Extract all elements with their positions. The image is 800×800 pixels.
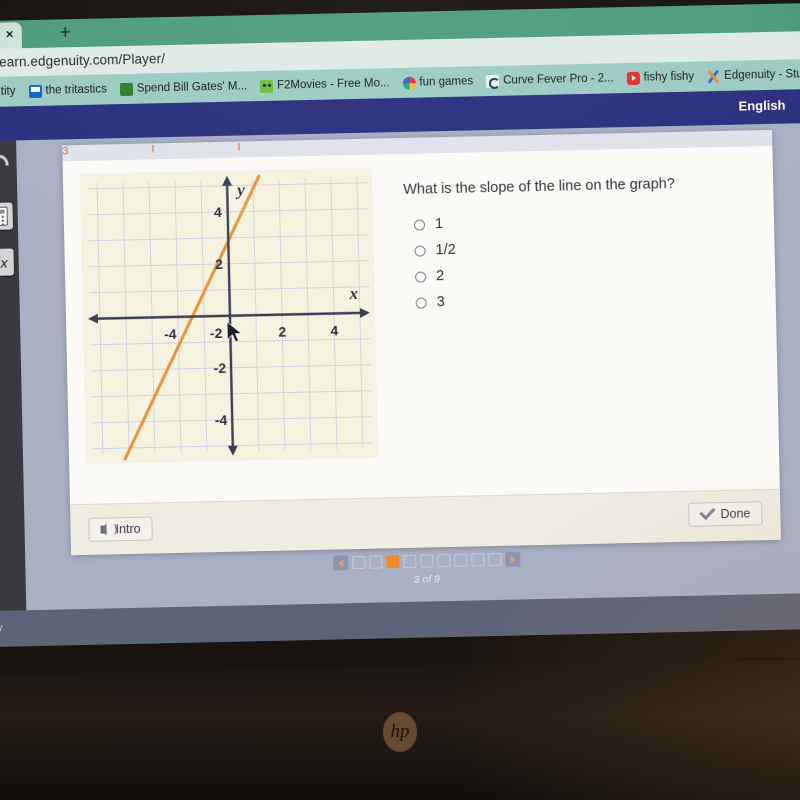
bookmark-label: fishy fishy [643, 70, 695, 84]
taskbar-text: ty [0, 622, 3, 634]
svg-text:4: 4 [214, 204, 222, 220]
coordinate-graph: -4 -2 2 4 2 4 -2 -4 y x [80, 168, 378, 463]
bookmark-item[interactable]: fishy fishy [626, 70, 695, 85]
checkmark-icon [700, 510, 713, 518]
headset-glyph [0, 154, 9, 166]
bookmark-label: Spend Bill Gates' M... [136, 80, 248, 95]
language-label[interactable]: English [738, 98, 785, 114]
edgenuity-x-icon [707, 70, 720, 83]
lesson-card-body: -4 -2 2 4 2 4 -2 -4 y x What is the slop… [62, 145, 780, 505]
blue-grid-icon [28, 84, 42, 98]
curve-fever-icon [486, 74, 500, 88]
lesson-card: 3 I I -4 -2 2 4 2 4 -2 -4 y x What is th… [62, 129, 781, 556]
svg-text:2: 2 [278, 324, 286, 340]
pager-step-3[interactable] [385, 555, 399, 569]
bookmark-item[interactable]: entity [0, 85, 16, 99]
bookmark-label: Curve Fever Pro - 2... [503, 72, 614, 87]
laptop-screen: × + ore.learn.edgenuity.com/Player/ enti… [0, 0, 800, 675]
speaker-icon [100, 525, 109, 534]
pager-step-7[interactable] [453, 553, 467, 567]
question-text: What is the slope of the line on the gra… [403, 176, 676, 198]
svg-text:-2: -2 [213, 360, 226, 376]
pager-next-button[interactable] [504, 551, 520, 567]
pager-step-6[interactable] [436, 554, 450, 568]
hp-logo: hp [383, 712, 417, 752]
svg-text:y: y [235, 180, 245, 199]
chrome-circle-icon [402, 76, 416, 90]
pager-step-4[interactable] [402, 554, 416, 569]
bookmark-label: entity [0, 85, 16, 98]
bookmark-item[interactable]: Curve Fever Pro - 2... [486, 72, 614, 88]
calculator-glyph [0, 206, 8, 226]
answer-option-label: 1 [434, 216, 444, 233]
svg-text:x: x [348, 284, 358, 303]
bookmark-item[interactable]: Spend Bill Gates' M... [119, 80, 248, 96]
radio-icon[interactable] [414, 244, 426, 257]
done-button-label: Done [720, 506, 751, 522]
close-icon[interactable]: × [6, 26, 14, 41]
svg-text:-4: -4 [215, 412, 228, 428]
intro-button-label: Intro [115, 521, 141, 537]
bookmark-item[interactable]: F2Movies - Free Mo... [259, 77, 390, 93]
sqrt-label: √x [0, 254, 8, 271]
radio-icon[interactable] [413, 218, 426, 231]
youtube-icon [626, 71, 640, 85]
svg-text:4: 4 [330, 322, 338, 338]
pager-step-9[interactable] [487, 552, 501, 567]
url-text: ore.learn.edgenuity.com/Player/ [0, 51, 166, 71]
pager-prev-button[interactable] [332, 555, 349, 571]
new-tab-icon[interactable]: + [60, 22, 72, 43]
pager-step-5[interactable] [419, 554, 433, 568]
radio-icon[interactable] [415, 296, 427, 309]
headset-icon[interactable] [0, 146, 12, 175]
svg-text:2: 2 [215, 256, 223, 272]
bookmark-item[interactable]: fun games [402, 75, 473, 90]
pager-row [332, 551, 520, 571]
pager-step-2[interactable] [368, 555, 383, 569]
pager-step-8[interactable] [470, 553, 484, 567]
question-column: What is the slope of the line on the gra… [403, 175, 746, 316]
calculator-icon[interactable] [0, 202, 14, 231]
bookmark-label: fun games [419, 75, 474, 89]
graph-svg: -4 -2 2 4 2 4 -2 -4 y x [80, 168, 378, 463]
photo-of-laptop-screen: hp × + ore.learn.edgenuity.com/Player/ e… [0, 0, 800, 800]
bookmark-label: the tritastics [45, 83, 107, 97]
bookmark-item[interactable]: the tritastics [28, 83, 107, 98]
lesson-page-background: 3 I I -4 -2 2 4 2 4 -2 -4 y x What is th… [16, 122, 800, 611]
svg-text:-4: -4 [164, 326, 177, 342]
money-icon [119, 82, 133, 96]
sqrt-icon[interactable]: √x [0, 248, 15, 277]
bookmark-label: F2Movies - Free Mo... [276, 77, 390, 92]
radio-icon[interactable] [415, 270, 427, 283]
intro-button[interactable]: Intro [88, 516, 153, 542]
answer-option-label: 2 [435, 268, 445, 285]
bookmark-item[interactable]: Edgenuity - Stu [707, 68, 800, 83]
pager-step-1[interactable] [351, 555, 366, 570]
answer-option-label: 3 [436, 294, 445, 311]
frog-icon [259, 79, 274, 93]
answer-option-label: 1/2 [435, 241, 456, 259]
pager-label: 3 of 9 [413, 573, 441, 586]
svg-text:-2: -2 [210, 325, 223, 341]
done-button[interactable]: Done [688, 501, 763, 527]
bookmark-label: Edgenuity - Stu [724, 68, 800, 82]
